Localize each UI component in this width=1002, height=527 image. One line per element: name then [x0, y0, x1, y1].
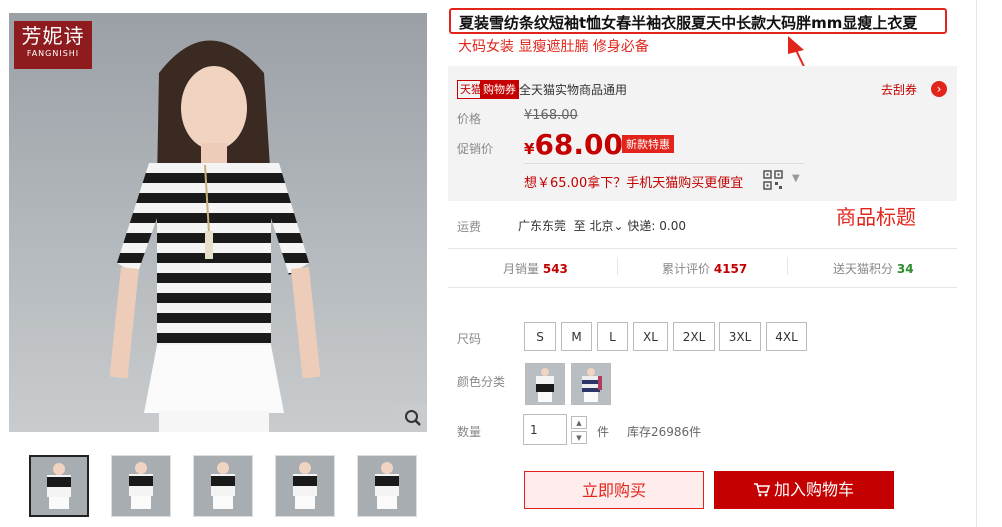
annotation-label: 商品标题 — [836, 205, 916, 229]
points-label: 送天猫积分 — [833, 262, 894, 276]
size-option-s[interactable]: S — [524, 322, 556, 351]
shipping-label: 运费 — [457, 220, 482, 234]
shipping-fee: 快递: 0.00 — [627, 219, 686, 233]
main-product-image[interactable] — [9, 13, 427, 432]
points-value: 34 — [896, 262, 914, 276]
monthly-sales-label: 月销量 — [503, 262, 540, 276]
chevron-down-icon: ⌄ — [613, 219, 624, 233]
divider — [617, 257, 618, 275]
color-option-navy[interactable] — [571, 363, 611, 405]
brand-logo-name: 芳妮诗 — [21, 24, 85, 48]
divider — [448, 248, 957, 249]
size-option-2xl[interactable]: 2XL — [673, 322, 715, 351]
reviews-label: 累计评价 — [662, 262, 711, 276]
coupon-text: 全天猫实物商品通用 — [519, 83, 628, 97]
add-to-cart-label: 加入购物车 — [773, 480, 854, 499]
original-price: ¥168.00 — [524, 108, 578, 123]
quantity-input[interactable] — [523, 414, 567, 445]
color-option-black-white[interactable] — [525, 363, 565, 405]
monthly-sales: 月销量 543 — [503, 260, 568, 277]
thumbnail-5[interactable] — [357, 455, 417, 517]
promo-tag: 新款特惠 — [622, 135, 674, 153]
thumbnail-2[interactable] — [111, 455, 171, 517]
caret-down-icon[interactable]: ▼ — [792, 173, 800, 184]
size-label: 尺码 — [457, 332, 482, 346]
quantity-label: 数量 — [457, 425, 482, 439]
size-option-l[interactable]: L — [597, 322, 628, 351]
total-reviews[interactable]: 累计评价 4157 — [662, 260, 747, 277]
decrement-icon[interactable]: ▼ — [571, 431, 587, 444]
increment-icon[interactable]: ▲ — [571, 416, 587, 429]
size-option-3xl[interactable]: 3XL — [719, 322, 761, 351]
thumbnail-strip — [29, 455, 439, 517]
buy-now-button[interactable]: 立即购买 — [524, 471, 704, 509]
shipping-info: 广东东莞 至 北京⌄ 快递: 0.00 — [518, 217, 686, 234]
thumbnail-3[interactable] — [193, 455, 253, 517]
chevron-right-icon[interactable]: › — [931, 81, 947, 97]
stock-count: 库存26986件 — [627, 425, 702, 439]
size-option-xl[interactable]: XL — [633, 322, 668, 351]
brand-logo: 芳妮诗 FANGNISHI — [14, 21, 92, 69]
destination-select[interactable]: 北京⌄ — [590, 219, 624, 233]
magnifier-icon — [405, 410, 421, 426]
quantity-unit: 件 — [597, 425, 610, 439]
cart-icon — [753, 483, 771, 497]
coupon-link[interactable]: 去刮券 — [881, 81, 917, 98]
divider — [448, 287, 957, 288]
qr-code-icon[interactable] — [763, 170, 783, 190]
original-price-label: 价格 — [457, 112, 482, 126]
zoom-button[interactable] — [399, 404, 427, 432]
reviews-value: 4157 — [713, 262, 748, 276]
shipping-destination: 北京 — [589, 219, 614, 233]
monthly-sales-value: 543 — [542, 262, 568, 276]
thumbnail-4[interactable] — [275, 455, 335, 517]
shipping-to: 至 — [573, 219, 586, 233]
currency-symbol: ¥ — [524, 140, 535, 158]
mobile-deal-text[interactable]: 想￥65.00拿下？手机天猫购买更便宜 — [524, 172, 743, 191]
model-photo — [109, 40, 321, 432]
add-to-cart-button[interactable]: 加入购物车 — [714, 471, 894, 509]
brand-logo-en: FANGNISHI — [26, 49, 80, 58]
price-divider — [524, 163, 804, 164]
divider — [787, 257, 788, 275]
promo-price-label: 促销价 — [457, 142, 494, 156]
product-title: 夏装雪纺条纹短袖t恤女春半袖衣服夏天中长款大码胖mm显瘦上衣夏 — [449, 8, 947, 34]
tmall-points: 送天猫积分 34 — [833, 260, 914, 277]
shipping-origin: 广东东莞 — [518, 219, 567, 233]
page-edge-divider — [976, 0, 977, 527]
promo-price: ¥68.00 — [524, 128, 623, 161]
product-subtitle: 大码女装 显瘦遮肚腩 修身必备 — [458, 39, 649, 55]
promo-price-value: 68.00 — [534, 128, 624, 161]
size-option-4xl[interactable]: 4XL — [766, 322, 807, 351]
size-option-m[interactable]: M — [561, 322, 592, 351]
voucher-badge: 购物券 — [480, 80, 519, 99]
thumbnail-1[interactable] — [29, 455, 89, 517]
color-label: 颜色分类 — [457, 375, 506, 389]
